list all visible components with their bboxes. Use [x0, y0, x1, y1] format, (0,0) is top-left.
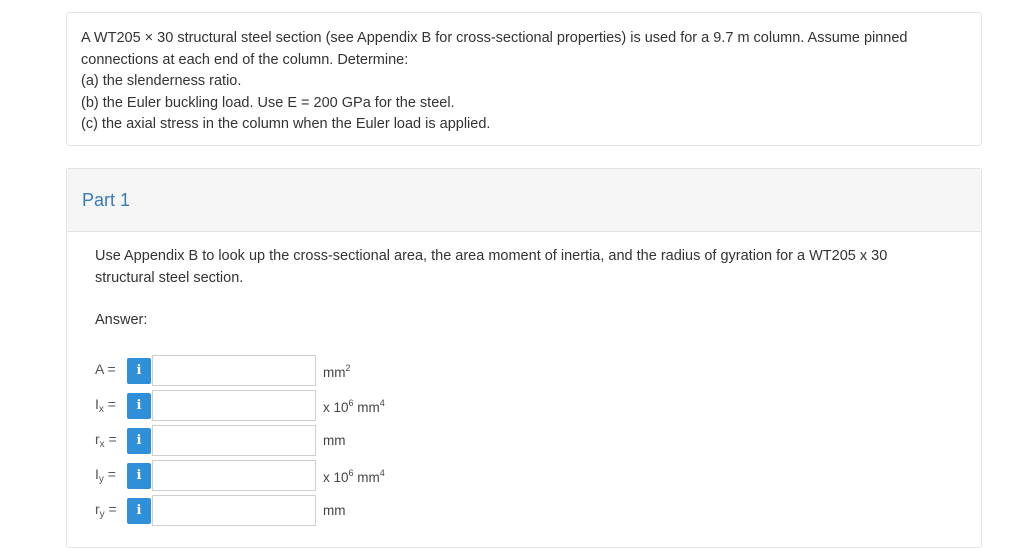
unit-exponent: 4 [379, 468, 385, 478]
variable-label: ry = [95, 501, 125, 520]
problem-line: (c) the axial stress in the column when … [81, 116, 491, 132]
answer-row-rx: rx = i mm [67, 425, 667, 457]
part-header: Part 1 [67, 169, 981, 232]
ix-input[interactable] [152, 390, 316, 421]
variable-label: Iy = [95, 466, 125, 485]
unit-main: mm [323, 433, 346, 448]
info-icon[interactable]: i [127, 463, 151, 489]
problem-text: A WT205 × 30 structural steel section (s… [81, 28, 961, 136]
part-instruction: Use Appendix B to look up the cross-sect… [95, 246, 955, 289]
unit-after: mm [353, 470, 380, 485]
rx-input[interactable] [152, 425, 316, 456]
unit-label: x 106 mm4 [323, 468, 385, 485]
unit-label: mm [323, 433, 346, 448]
unit-label: x 106 mm4 [323, 398, 385, 415]
unit-exponent: 2 [345, 363, 351, 373]
info-icon[interactable]: i [127, 358, 151, 384]
answer-row-ix: Ix = i x 106 mm4 [67, 390, 667, 422]
variable-label: rx = [95, 431, 125, 450]
part-1-card: Part 1 Use Appendix B to look up the cro… [66, 168, 982, 548]
equals-sign: = [103, 466, 116, 482]
problem-line: A WT205 × 30 structural steel section (s… [81, 30, 908, 46]
unit-label: mm [323, 503, 346, 518]
problem-line: (a) the slenderness ratio. [81, 73, 242, 89]
variable-symbol: A [95, 361, 104, 377]
instruction-line: structural steel section. [95, 269, 244, 286]
answer-row-ry: ry = i mm [67, 495, 667, 527]
equals-sign: = [104, 501, 117, 517]
equals-sign: = [104, 431, 117, 447]
unit-exponent: 4 [379, 398, 385, 408]
unit-after: mm [353, 400, 380, 415]
info-icon[interactable]: i [127, 393, 151, 419]
unit-label: mm2 [323, 363, 351, 380]
equals-sign: = [103, 361, 116, 377]
info-icon[interactable]: i [127, 498, 151, 524]
unit-main: x 10 [323, 400, 349, 415]
problem-line: (b) the Euler buckling load. Use E = 200… [81, 94, 455, 111]
ry-input[interactable] [152, 495, 316, 526]
area-input[interactable] [152, 355, 316, 386]
unit-main: mm [323, 365, 346, 380]
instruction-line: Use Appendix B to look up the cross-sect… [95, 248, 888, 264]
problem-line: connections at each end of the column. D… [81, 51, 409, 68]
part-title: Part 1 [82, 190, 131, 210]
answer-label: Answer: [95, 312, 148, 328]
variable-label: Ix = [95, 396, 125, 415]
info-icon[interactable]: i [127, 428, 151, 454]
unit-main: mm [323, 503, 346, 518]
answer-row-iy: Iy = i x 106 mm4 [67, 460, 667, 492]
equals-sign: = [103, 396, 116, 412]
answer-row-area: A = i mm2 [67, 355, 667, 387]
iy-input[interactable] [152, 460, 316, 491]
variable-label: A = [95, 361, 125, 377]
problem-statement-card: A WT205 × 30 structural steel section (s… [66, 12, 982, 146]
unit-main: x 10 [323, 470, 349, 485]
